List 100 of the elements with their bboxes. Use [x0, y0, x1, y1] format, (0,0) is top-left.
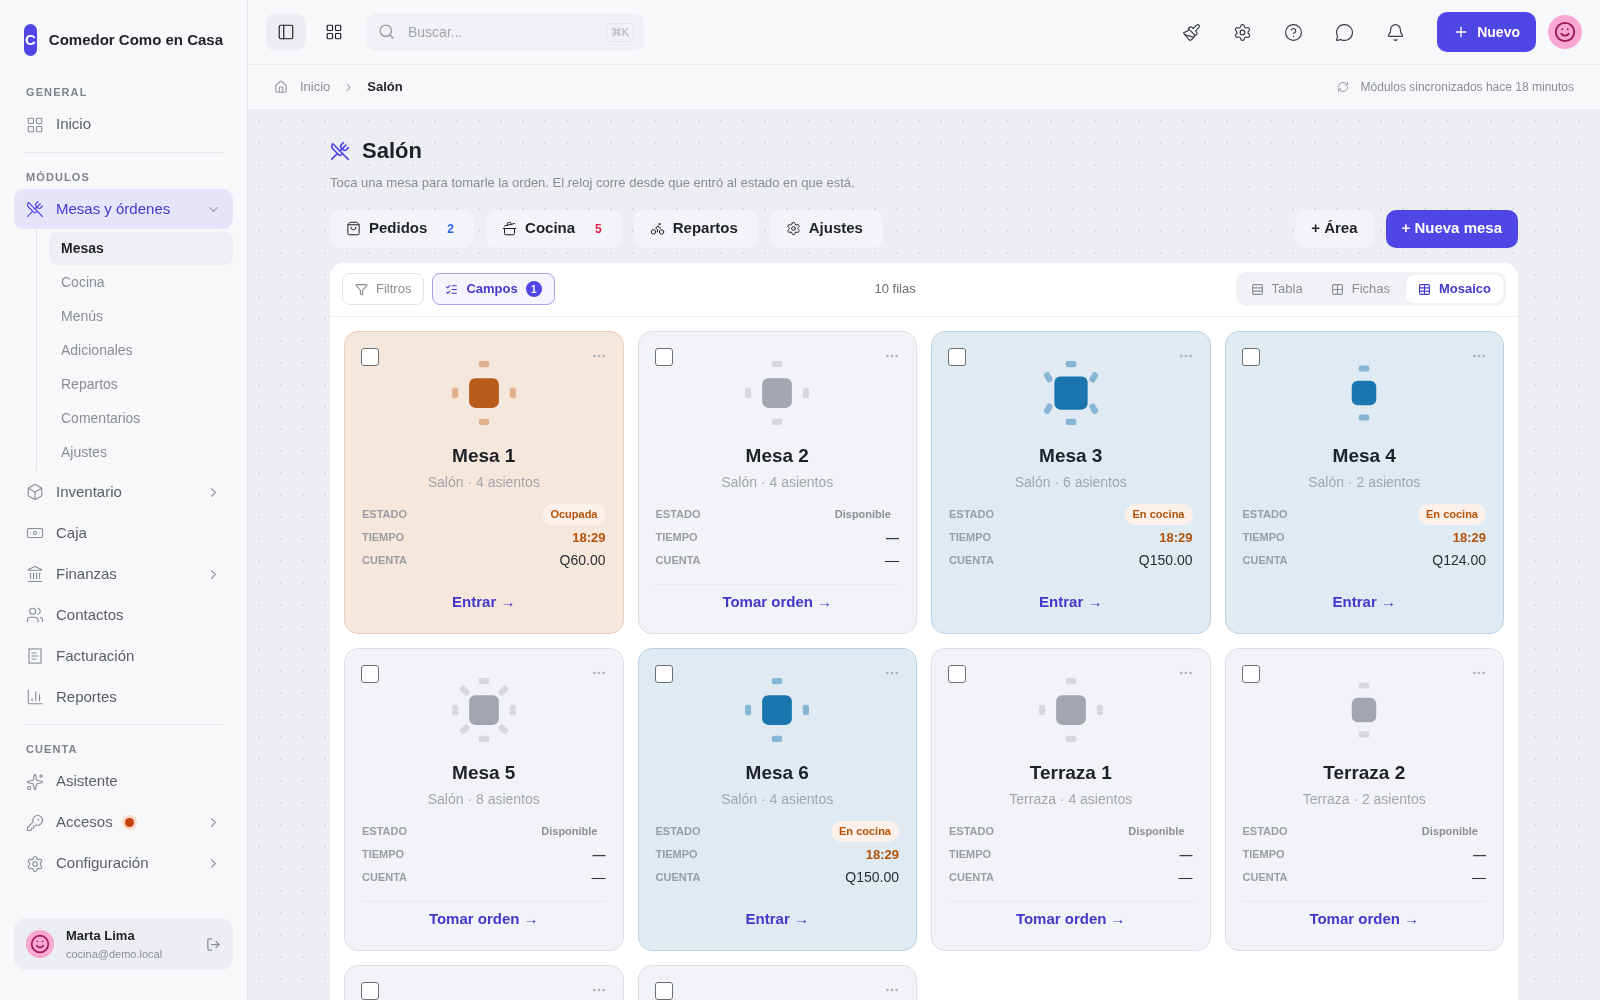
user-card[interactable]: Marta Lima cocina@demo.local — [14, 918, 233, 970]
nav-label: Caja — [56, 522, 87, 543]
chart-icon — [26, 688, 44, 706]
nav-label: Inicio — [56, 114, 92, 135]
shortcut-button[interactable]: Repartos — [633, 209, 758, 248]
utensils-icon — [26, 200, 44, 218]
bell-icon[interactable] — [1386, 22, 1406, 42]
checkbox[interactable] — [948, 347, 966, 366]
card-action-link[interactable]: Entrar → — [1332, 590, 1396, 613]
table-name: Mesa 4 — [1331, 443, 1397, 468]
nav-label: Reportes — [56, 686, 117, 707]
logout-icon[interactable] — [206, 936, 221, 952]
search-icon — [378, 23, 395, 40]
table-card[interactable]: Mesa 6 Salón · 4 asientos ESTADO En cocina TIEMPO 18:29 CUENTA Q150.00 Entrar → — [637, 647, 917, 951]
table-name: Mesa 6 — [744, 760, 810, 785]
new-button[interactable]: Nuevo — [1437, 12, 1536, 52]
new-table-button[interactable]: + Nueva mesa — [1385, 209, 1518, 248]
subnav-item[interactable]: Mesas — [49, 232, 233, 265]
settings-icon[interactable] — [1233, 22, 1253, 42]
card-action-link[interactable]: Tomar orden → — [428, 907, 539, 930]
status-label: Disponible — [1127, 824, 1186, 840]
elapsed-time: — — [592, 845, 606, 864]
table-details: Terraza · 2 asientos — [1301, 790, 1427, 809]
account-total: — — [885, 551, 899, 570]
checkbox[interactable] — [654, 664, 673, 683]
nav-item[interactable]: Caja — [14, 513, 233, 553]
nav-item[interactable]: Finanzas — [14, 554, 233, 594]
checkbox[interactable] — [361, 347, 379, 366]
checkbox[interactable] — [361, 664, 379, 683]
table-card[interactable]: Mesa 3 Salón · 6 asientos ESTADO En cocina TIEMPO 18:29 CUENTA Q150.00 Entrar → — [931, 330, 1211, 634]
nav-item[interactable]: Inicio — [14, 104, 233, 145]
shortcut-button[interactable]: Pedidos 2 — [330, 209, 475, 248]
sidebar-toggle[interactable] — [266, 13, 306, 51]
status-label: Disponible — [540, 824, 599, 840]
nav-item[interactable]: Accesos — [14, 802, 233, 843]
field-label: ESTADO — [655, 824, 701, 840]
table-name: Mesa 1 — [451, 443, 517, 468]
nav-label: Inventario — [56, 481, 122, 502]
account-total: Q150.00 — [1138, 551, 1193, 570]
card-action-link[interactable]: Tomar orden → — [722, 590, 833, 613]
nav-item[interactable]: Mesas y órdenes — [14, 189, 233, 229]
card-action-link[interactable]: Tomar orden → — [1309, 907, 1420, 930]
table-card[interactable]: Terraza 1 Terraza · 4 asientos ESTADO Disponible TIEMPO — CUENTA — Tomar orden → — [931, 647, 1211, 951]
paint-roller-icon[interactable] — [1182, 22, 1202, 42]
table-card[interactable]: Mesa 2 Salón · 4 asientos ESTADO Disponible TIEMPO — CUENTA — Tomar orden → — [637, 330, 917, 634]
user-name: Marta Lima — [66, 927, 136, 945]
section-title: MÓDULOS — [25, 169, 91, 185]
sync-icon — [1336, 81, 1349, 93]
view-tab[interactable]: Mosaico — [1406, 275, 1503, 303]
card-action-link[interactable]: Entrar → — [745, 907, 809, 930]
elapsed-time: 18:29 — [572, 528, 606, 547]
card-action-link[interactable]: Tomar orden → — [1015, 907, 1126, 930]
grid-icon — [26, 115, 44, 134]
checkbox[interactable] — [1241, 664, 1260, 683]
nav-item[interactable]: Reportes — [14, 677, 233, 717]
card-action-link[interactable]: Entrar → — [1039, 590, 1103, 613]
field-label: CUENTA — [655, 870, 701, 886]
section-title: GENERAL — [25, 85, 89, 100]
checklist-icon — [445, 282, 459, 296]
brand-logo: C — [24, 24, 37, 56]
help-icon[interactable] — [1284, 22, 1304, 42]
add-area-button[interactable]: + Área — [1295, 209, 1374, 248]
nav-item[interactable]: Inventario — [14, 472, 233, 512]
table-card[interactable]: Mesa 4 Salón · 2 asientos ESTADO En cocina TIEMPO 18:29 CUENTA Q124.00 Entrar → — [1224, 330, 1504, 634]
table-card[interactable]: Terraza 2 Terraza · 2 asientos ESTADO Disponible TIEMPO — CUENTA — Tomar orden → — [1224, 647, 1504, 951]
field-label: ESTADO — [949, 507, 995, 523]
checkbox[interactable] — [654, 347, 673, 366]
checkbox[interactable] — [1241, 347, 1260, 366]
nav-item[interactable]: Asistente — [14, 761, 233, 802]
table-details: Salón · 4 asientos — [720, 473, 835, 492]
fields-button[interactable]: Campos 1 — [432, 273, 555, 305]
avatar-icon[interactable] — [1548, 15, 1582, 49]
nav-label: Contactos — [56, 604, 124, 625]
nav-item[interactable]: Facturación — [14, 636, 233, 676]
settings-icon — [26, 854, 44, 873]
field-label: TIEMPO — [362, 530, 405, 546]
table-card[interactable]: Mesa 5 Salón · 8 asientos ESTADO Disponible TIEMPO — CUENTA — Tomar orden → — [344, 647, 624, 951]
card-action-link[interactable]: Entrar → — [452, 590, 516, 613]
account-total: — — [591, 868, 606, 887]
section-title: CUENTA — [25, 742, 79, 757]
table-card[interactable]: Mesa 1 Salón · 4 asientos ESTADO Ocupada TIEMPO 18:29 CUENTA Q60.00 Entrar → — [344, 330, 624, 634]
people-icon — [26, 606, 44, 624]
status-label: Disponible — [1420, 824, 1479, 840]
nav-item[interactable]: Configuración — [14, 843, 233, 884]
checkbox[interactable] — [948, 664, 966, 683]
field-label: CUENTA — [362, 870, 407, 886]
account-total: — — [1472, 868, 1486, 887]
filters-button[interactable]: Filtros — [342, 273, 425, 305]
table-details: Salón · 6 asientos — [1013, 473, 1128, 492]
checkbox[interactable] — [654, 981, 673, 1000]
filter-icon — [355, 282, 368, 296]
table-details: Salón · 4 asientos — [426, 473, 541, 492]
checkbox[interactable] — [361, 981, 379, 1000]
nav-item[interactable]: Contactos — [14, 595, 233, 635]
chat-icon[interactable] — [1335, 22, 1355, 42]
account-total: Q124.00 — [1432, 551, 1486, 570]
shortcut-button[interactable]: Cocina 5 — [486, 209, 622, 248]
shortcut-button[interactable]: Ajustes — [769, 209, 883, 248]
avatar-icon — [26, 930, 54, 958]
scooter-icon — [649, 221, 665, 236]
